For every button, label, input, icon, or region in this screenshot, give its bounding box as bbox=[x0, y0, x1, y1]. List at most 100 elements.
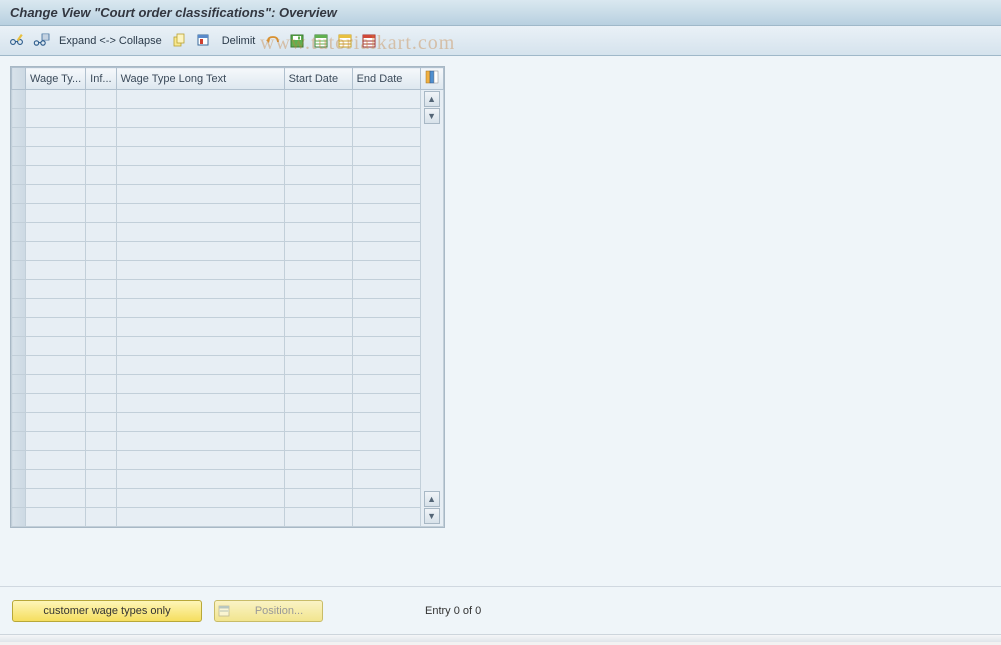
cell[interactable] bbox=[284, 166, 352, 185]
cell[interactable] bbox=[26, 470, 86, 489]
cell[interactable] bbox=[26, 242, 86, 261]
cell[interactable] bbox=[26, 375, 86, 394]
cell[interactable] bbox=[284, 261, 352, 280]
cell[interactable] bbox=[352, 356, 420, 375]
cell[interactable] bbox=[116, 299, 284, 318]
cell[interactable] bbox=[284, 356, 352, 375]
table-row[interactable] bbox=[12, 261, 444, 280]
cell[interactable] bbox=[86, 223, 116, 242]
cell[interactable] bbox=[352, 451, 420, 470]
cell[interactable] bbox=[86, 356, 116, 375]
copy-icon[interactable] bbox=[171, 32, 189, 50]
row-selector[interactable] bbox=[12, 356, 26, 375]
cell[interactable] bbox=[116, 489, 284, 508]
cell[interactable] bbox=[86, 470, 116, 489]
row-selector[interactable] bbox=[12, 204, 26, 223]
cell[interactable] bbox=[284, 109, 352, 128]
cell[interactable] bbox=[86, 242, 116, 261]
cell[interactable] bbox=[86, 337, 116, 356]
cell[interactable] bbox=[26, 109, 86, 128]
cell[interactable] bbox=[352, 109, 420, 128]
cell[interactable] bbox=[284, 299, 352, 318]
cell[interactable] bbox=[26, 432, 86, 451]
cell[interactable] bbox=[352, 413, 420, 432]
cell[interactable] bbox=[284, 413, 352, 432]
cell[interactable] bbox=[352, 337, 420, 356]
row-selector[interactable] bbox=[12, 223, 26, 242]
table-row[interactable] bbox=[12, 242, 444, 261]
table-row[interactable] bbox=[12, 223, 444, 242]
delimit-button[interactable]: Delimit bbox=[219, 35, 259, 47]
table-row[interactable] bbox=[12, 185, 444, 204]
row-selector[interactable] bbox=[12, 470, 26, 489]
position-button[interactable]: Position... bbox=[214, 600, 323, 622]
row-selector[interactable] bbox=[12, 261, 26, 280]
cell[interactable] bbox=[352, 299, 420, 318]
cell[interactable] bbox=[26, 451, 86, 470]
cell[interactable] bbox=[352, 508, 420, 527]
scroll-down-button[interactable]: ▼ bbox=[424, 108, 440, 124]
cell[interactable] bbox=[26, 90, 86, 109]
table-row[interactable] bbox=[12, 128, 444, 147]
table-yellow-icon[interactable] bbox=[336, 32, 354, 50]
cell[interactable] bbox=[284, 470, 352, 489]
select-all-rows[interactable] bbox=[12, 68, 26, 90]
table-red-icon[interactable] bbox=[360, 32, 378, 50]
cell[interactable] bbox=[116, 204, 284, 223]
cell[interactable] bbox=[116, 432, 284, 451]
cell[interactable] bbox=[116, 109, 284, 128]
cell[interactable] bbox=[26, 223, 86, 242]
cell[interactable] bbox=[86, 166, 116, 185]
cell[interactable] bbox=[26, 166, 86, 185]
cell[interactable] bbox=[284, 147, 352, 166]
cell[interactable] bbox=[352, 470, 420, 489]
cell[interactable] bbox=[284, 242, 352, 261]
cell[interactable] bbox=[86, 299, 116, 318]
cell[interactable] bbox=[284, 185, 352, 204]
table-row[interactable] bbox=[12, 451, 444, 470]
cell[interactable] bbox=[26, 413, 86, 432]
cell[interactable] bbox=[26, 147, 86, 166]
cell[interactable] bbox=[26, 337, 86, 356]
cell[interactable] bbox=[116, 470, 284, 489]
cell[interactable] bbox=[86, 432, 116, 451]
row-selector[interactable] bbox=[12, 242, 26, 261]
glasses-table-icon[interactable] bbox=[32, 32, 50, 50]
cell[interactable] bbox=[116, 261, 284, 280]
cell[interactable] bbox=[116, 128, 284, 147]
cell[interactable] bbox=[86, 204, 116, 223]
cell[interactable] bbox=[352, 242, 420, 261]
table-row[interactable] bbox=[12, 109, 444, 128]
cell[interactable] bbox=[352, 147, 420, 166]
cell[interactable] bbox=[26, 508, 86, 527]
table-row[interactable] bbox=[12, 204, 444, 223]
cell[interactable] bbox=[26, 356, 86, 375]
row-selector[interactable] bbox=[12, 280, 26, 299]
table-row[interactable] bbox=[12, 280, 444, 299]
cell[interactable] bbox=[284, 318, 352, 337]
cell[interactable] bbox=[86, 185, 116, 204]
scroll-up-button[interactable]: ▲ bbox=[424, 91, 440, 107]
cell[interactable] bbox=[352, 261, 420, 280]
customer-wage-types-button[interactable]: customer wage types only bbox=[12, 600, 202, 622]
cell[interactable] bbox=[26, 299, 86, 318]
table-row[interactable] bbox=[12, 394, 444, 413]
table-row[interactable] bbox=[12, 375, 444, 394]
cell[interactable] bbox=[116, 280, 284, 299]
cell[interactable] bbox=[116, 147, 284, 166]
cell[interactable] bbox=[284, 128, 352, 147]
expand-collapse-button[interactable]: Expand <-> Collapse bbox=[56, 35, 165, 47]
cell[interactable] bbox=[116, 508, 284, 527]
cell[interactable] bbox=[284, 337, 352, 356]
row-selector[interactable] bbox=[12, 489, 26, 508]
cell[interactable] bbox=[284, 508, 352, 527]
row-selector[interactable] bbox=[12, 451, 26, 470]
cell[interactable] bbox=[116, 394, 284, 413]
cell[interactable] bbox=[26, 394, 86, 413]
row-selector[interactable] bbox=[12, 128, 26, 147]
cell[interactable] bbox=[86, 280, 116, 299]
cell[interactable] bbox=[352, 128, 420, 147]
table-row[interactable] bbox=[12, 299, 444, 318]
table-row[interactable] bbox=[12, 489, 444, 508]
cell[interactable] bbox=[284, 394, 352, 413]
